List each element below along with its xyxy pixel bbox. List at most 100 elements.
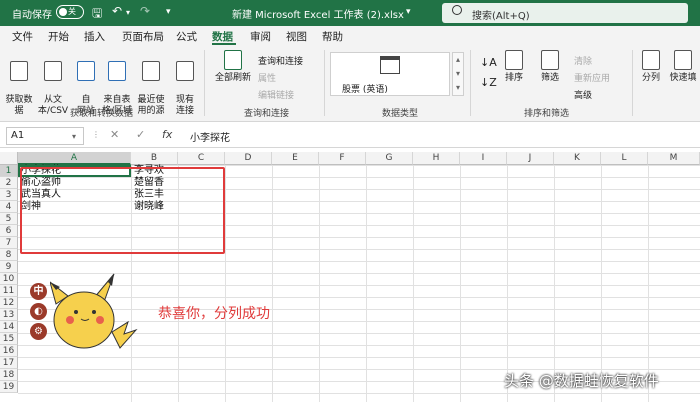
group-divider <box>324 50 325 116</box>
sort-descending-icon[interactable]: ↓Z <box>480 76 497 89</box>
row-header[interactable]: 14 <box>0 321 18 333</box>
row-header[interactable]: 18 <box>0 369 18 381</box>
column-header-l[interactable]: L <box>601 152 648 165</box>
sort-button[interactable]: 排序 <box>500 50 528 84</box>
column-header-j[interactable]: J <box>507 152 554 165</box>
column-header-h[interactable]: H <box>413 152 460 165</box>
save-icon[interactable]: 🖫 <box>92 4 102 25</box>
from-text-csv-button[interactable]: 从文 本/CSV <box>36 50 70 117</box>
gridline <box>319 165 320 402</box>
redo-icon[interactable]: ↷ <box>140 4 150 18</box>
row-header[interactable]: 2 <box>0 177 18 189</box>
tab-view[interactable]: 视图 <box>286 29 307 44</box>
filter-label: 筛选 <box>540 73 559 83</box>
text-to-columns-button[interactable]: 分列 <box>638 50 664 84</box>
row-header[interactable]: 6 <box>0 225 18 237</box>
row-header[interactable]: 9 <box>0 261 18 273</box>
gridline <box>554 165 555 402</box>
row-header[interactable]: 1 <box>0 165 18 177</box>
enter-icon[interactable]: ✓ <box>136 128 145 141</box>
autosave-toggle[interactable]: 关 <box>56 5 84 19</box>
autosave-label: 自动保存 <box>12 10 52 21</box>
from-text-csv-label: 从文 本/CSV <box>37 95 69 116</box>
existing-connections-label: 现有 连接 <box>175 95 194 116</box>
get-data-button[interactable]: 获取数 据 <box>4 50 34 117</box>
column-header-m[interactable]: M <box>648 152 700 165</box>
formula-input[interactable]: 小李探花 <box>186 127 694 145</box>
edit-links-button[interactable]: 编辑链接 <box>258 88 294 101</box>
customize-toolbar-icon[interactable]: ▾ <box>166 7 171 17</box>
sort-ascending-icon[interactable]: ↓A <box>480 56 497 69</box>
column-header-f[interactable]: F <box>319 152 366 165</box>
row-header[interactable]: 13 <box>0 309 18 321</box>
row-header[interactable]: 12 <box>0 297 18 309</box>
gridline <box>601 165 602 402</box>
advanced-filter-button[interactable]: 高级 <box>574 88 592 101</box>
existing-connections-button[interactable]: 现有 连接 <box>172 50 198 117</box>
row-header[interactable]: 5 <box>0 213 18 225</box>
tab-help[interactable]: 帮助 <box>322 29 343 44</box>
refresh-all-button[interactable]: 全部刷新 <box>210 50 256 84</box>
clear-filter-button[interactable]: 清除 <box>574 54 592 67</box>
row-header[interactable]: 10 <box>0 273 18 285</box>
column-header-a[interactable]: A <box>18 152 131 165</box>
column-header-g[interactable]: G <box>366 152 413 165</box>
connections-icon <box>176 61 194 81</box>
column-header-e[interactable]: E <box>272 152 319 165</box>
row-header[interactable]: 7 <box>0 237 18 249</box>
row-header[interactable]: 19 <box>0 381 18 393</box>
sort-label: 排序 <box>504 73 523 83</box>
tab-home[interactable]: 开始 <box>48 29 69 44</box>
badge-moon-icon[interactable]: ◐ <box>30 303 47 320</box>
title-dropdown-icon[interactable]: ▾ <box>406 7 411 17</box>
group-divider <box>470 50 471 116</box>
select-all-corner[interactable] <box>0 152 18 165</box>
tab-review[interactable]: 审阅 <box>250 29 271 44</box>
row-header[interactable]: 8 <box>0 249 18 261</box>
gridline <box>366 165 367 402</box>
column-header-i[interactable]: I <box>460 152 507 165</box>
cancel-icon[interactable]: ✕ <box>110 128 119 141</box>
row-header[interactable]: 15 <box>0 333 18 345</box>
tab-page-layout[interactable]: 页面布局 <box>122 29 164 44</box>
search-box[interactable]: 搜索(Alt+Q) <box>442 3 688 23</box>
bank-icon <box>380 56 400 74</box>
text-to-columns-label: 分列 <box>641 73 660 83</box>
tab-data[interactable]: 数据 <box>212 29 233 44</box>
queries-connections-button[interactable]: 查询和连接 <box>258 54 303 67</box>
row-header[interactable]: 11 <box>0 285 18 297</box>
filter-button[interactable]: 筛选 <box>536 50 564 84</box>
gridline <box>413 165 414 402</box>
column-header-c[interactable]: C <box>178 152 225 165</box>
tab-file[interactable]: 文件 <box>12 29 33 44</box>
column-header-b[interactable]: B <box>131 152 178 165</box>
tab-formulas[interactable]: 公式 <box>176 29 197 44</box>
group-label-queries: 查询和连接 <box>244 109 290 119</box>
flash-fill-button[interactable]: 快速填 <box>666 50 700 84</box>
row-header[interactable]: 17 <box>0 357 18 369</box>
highlight-box <box>20 167 225 254</box>
row-header[interactable]: 16 <box>0 345 18 357</box>
gridline <box>272 165 273 402</box>
badge-chinese-icon[interactable]: 中 <box>30 283 47 300</box>
worksheet-grid: A B C D E F G H I J K L M 1 2 3 4 5 6 7 … <box>0 152 700 402</box>
tab-insert[interactable]: 插入 <box>84 29 105 44</box>
filter-icon <box>541 50 559 70</box>
column-header-k[interactable]: K <box>554 152 601 165</box>
column-header-d[interactable]: D <box>225 152 272 165</box>
sort-icon <box>505 50 523 70</box>
badge-settings-icon[interactable]: ⚙ <box>30 323 47 340</box>
reapply-button[interactable]: 重新应用 <box>574 71 610 84</box>
undo-dropdown-icon[interactable]: ▾ <box>126 8 130 17</box>
row-header[interactable]: 3 <box>0 189 18 201</box>
group-label-data-types: 数据类型 <box>382 109 419 119</box>
pikachu-mascot <box>50 273 138 349</box>
row-header[interactable]: 4 <box>0 201 18 213</box>
properties-button[interactable]: 属性 <box>258 71 276 84</box>
recent-sources-button[interactable]: 最近使 用的源 <box>134 50 168 117</box>
data-types-scroll[interactable]: ▴ ▾ ▾ <box>452 52 464 96</box>
undo-icon[interactable]: ↶ <box>112 4 122 18</box>
insert-function-icon[interactable]: fx <box>162 128 172 141</box>
name-box-dropdown-icon[interactable]: ▾ <box>72 132 76 141</box>
gridline <box>648 165 649 402</box>
